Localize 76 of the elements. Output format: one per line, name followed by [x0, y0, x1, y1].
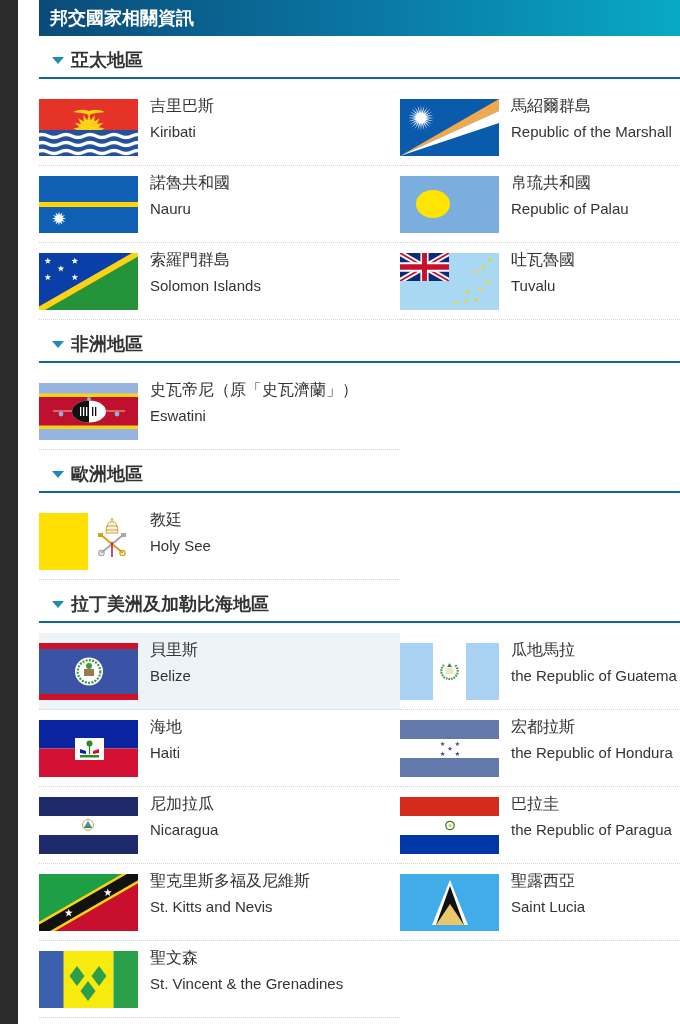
country-item[interactable]: 吐瓦魯國 Tuvalu [400, 243, 680, 320]
chinese-name: 瓜地馬拉 [511, 640, 575, 660]
country-item[interactable]: 瓜地馬拉 the Republic of Guatema [400, 633, 680, 710]
caret-icon[interactable] [52, 340, 64, 348]
english-name: the Republic of Hondura [511, 743, 673, 763]
chinese-name: 聖露西亞 [511, 871, 575, 891]
chinese-name: 聖克里斯多福及尼維斯 [150, 871, 310, 891]
country-item[interactable]: 史瓦帝尼（原「史瓦濟蘭」） Eswatini [39, 373, 400, 450]
flag-icon [39, 253, 138, 310]
caret-icon[interactable] [52, 470, 64, 478]
english-name: the Republic of Guatema [511, 666, 677, 686]
country-item[interactable]: 宏都拉斯 the Republic of Hondura [400, 710, 680, 787]
flag-icon [39, 643, 138, 700]
country-item[interactable]: 聖文森 St. Vincent & the Grenadines [39, 941, 400, 1018]
country-item[interactable]: 馬紹爾群島 Republic of the Marshall [400, 89, 680, 166]
english-name: Saint Lucia [511, 897, 586, 917]
flag-icon [400, 874, 499, 931]
english-name: Holy See [150, 536, 211, 556]
country-item[interactable]: 貝里斯 Belize [39, 633, 400, 710]
flag-icon [39, 951, 138, 1008]
flag-icon [400, 720, 499, 777]
flag-icon [400, 176, 499, 233]
english-name: Solomon Islands [150, 276, 261, 296]
english-name: Nicaragua [150, 820, 219, 840]
country-item[interactable]: 聖克里斯多福及尼維斯 St. Kitts and Nevis [39, 864, 400, 941]
english-name: Eswatini [150, 406, 206, 426]
english-name: St. Vincent & the Grenadines [150, 974, 344, 994]
chinese-name: 吐瓦魯國 [511, 250, 575, 270]
english-name: Nauru [150, 199, 191, 219]
english-name: the Republic of Paragua [511, 820, 672, 840]
chinese-name: 教廷 [150, 510, 182, 530]
chinese-name: 帛琉共和國 [511, 173, 591, 193]
chinese-name: 貝里斯 [150, 640, 198, 660]
country-item[interactable]: 索羅門群島 Solomon Islands [39, 243, 400, 320]
chinese-name: 索羅門群島 [150, 250, 230, 270]
region-title: 歐洲地區 [71, 463, 143, 486]
region-title: 拉丁美洲及加勒比海地區 [71, 593, 269, 616]
chinese-name: 宏都拉斯 [511, 717, 575, 737]
flag-icon [400, 99, 499, 156]
country-item[interactable]: 尼加拉瓜 Nicaragua [39, 787, 400, 864]
flag-icon [39, 99, 138, 156]
english-name: St. Kitts and Nevis [150, 897, 273, 917]
english-name: Kiribati [150, 122, 196, 142]
header-title: 邦交國家相關資訊 [50, 7, 194, 29]
chinese-name: 吉里巴斯 [150, 96, 214, 116]
chinese-name: 尼加拉瓜 [150, 794, 214, 814]
country-item[interactable]: 教廷 Holy See [39, 503, 400, 580]
region-title: 亞太地區 [71, 49, 143, 72]
flag-icon [400, 797, 499, 854]
chinese-name: 馬紹爾群島 [511, 96, 591, 116]
chinese-name: 巴拉圭 [511, 794, 559, 814]
caret-icon[interactable] [52, 600, 64, 608]
flag-icon [400, 253, 499, 310]
flag-icon [39, 383, 138, 440]
flag-icon [39, 720, 138, 777]
flag-icon [400, 643, 499, 700]
country-item[interactable]: 帛琉共和國 Republic of Palau [400, 166, 680, 243]
flag-icon [39, 874, 138, 931]
chinese-name: 史瓦帝尼（原「史瓦濟蘭」） [150, 380, 358, 400]
chinese-name: 海地 [150, 717, 182, 737]
country-item[interactable]: 海地 Haiti [39, 710, 400, 787]
caret-icon[interactable] [52, 56, 64, 64]
chinese-name: 諾魯共和國 [150, 173, 230, 193]
english-name: Tuvalu [511, 276, 556, 296]
region-title: 非洲地區 [71, 333, 143, 356]
english-name: Haiti [150, 743, 180, 763]
country-item[interactable]: 巴拉圭 the Republic of Paragua [400, 787, 680, 864]
country-item[interactable]: 聖露西亞 Saint Lucia [400, 864, 680, 941]
english-name: Republic of Palau [511, 199, 629, 219]
english-name: Belize [150, 666, 191, 686]
english-name: Republic of the Marshall [511, 122, 672, 142]
country-item[interactable]: 吉里巴斯 Kiribati [39, 89, 400, 166]
flag-icon [39, 176, 138, 233]
country-item[interactable]: 諾魯共和國 Nauru [39, 166, 400, 243]
chinese-name: 聖文森 [150, 948, 198, 968]
flag-icon [39, 797, 138, 854]
